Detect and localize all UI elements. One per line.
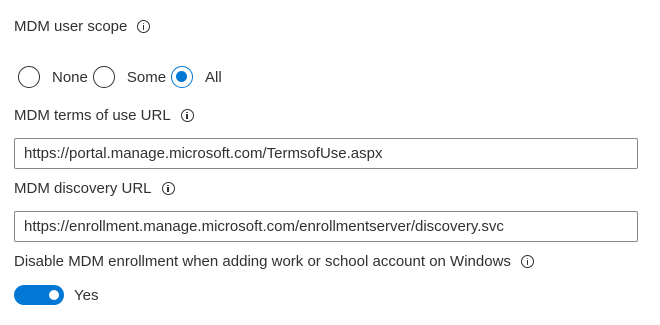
disable-mdm-enrollment-text: Disable MDM enrollment when adding work …: [14, 252, 511, 270]
mdm-user-scope-radio-group: None Some All: [18, 64, 227, 90]
info-icon[interactable]: [161, 181, 175, 195]
radio-none-circle[interactable]: [18, 66, 40, 88]
radio-some-circle[interactable]: [92, 66, 115, 88]
radio-option-some[interactable]: Some: [92, 66, 167, 88]
disable-mdm-enrollment-toggle[interactable]: [14, 285, 64, 305]
info-icon[interactable]: [520, 254, 534, 268]
toggle-knob: [49, 290, 59, 300]
radio-option-all[interactable]: All: [171, 66, 222, 88]
mdm-discovery-url-input[interactable]: [14, 211, 638, 242]
radio-all-circle[interactable]: [171, 66, 194, 88]
mdm-user-scope-label: MDM user scope: [14, 16, 151, 36]
toggle-state-label: Yes: [74, 287, 99, 304]
radio-some-label: Some: [126, 68, 167, 86]
info-icon[interactable]: [137, 19, 151, 33]
mdm-terms-url-label: MDM terms of use URL: [14, 105, 194, 125]
mdm-discovery-url-label: MDM discovery URL: [14, 178, 175, 198]
mdm-user-scope-text: MDM user scope: [14, 17, 128, 35]
mdm-discovery-url-text: MDM discovery URL: [14, 179, 152, 197]
info-icon[interactable]: [180, 108, 194, 122]
radio-all-label: All: [205, 68, 222, 86]
mdm-terms-url-input[interactable]: [14, 138, 638, 169]
radio-option-none[interactable]: None: [18, 66, 88, 88]
disable-mdm-enrollment-label: Disable MDM enrollment when adding work …: [14, 251, 534, 271]
radio-none-label: None: [52, 68, 88, 86]
mdm-terms-url-text: MDM terms of use URL: [14, 106, 171, 124]
